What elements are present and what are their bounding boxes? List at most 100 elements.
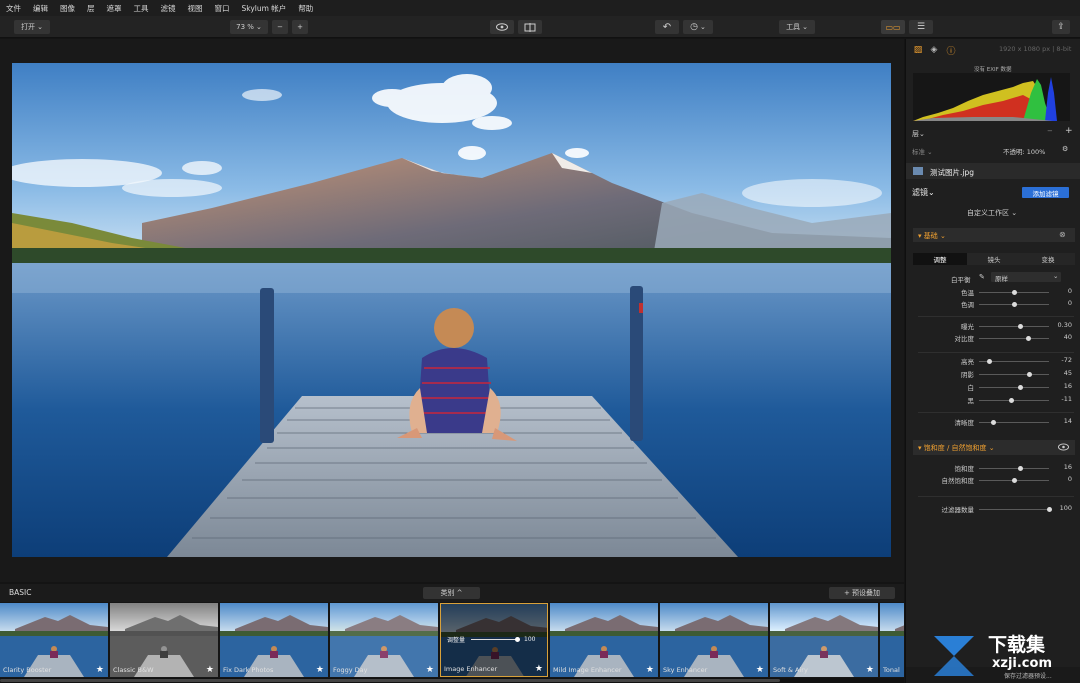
slider-knob[interactable] xyxy=(1017,324,1023,329)
slider-knob[interactable] xyxy=(1017,385,1023,390)
reset-icon[interactable]: ⊗ xyxy=(1059,230,1066,239)
preview-eye-button[interactable] xyxy=(490,20,514,34)
slider-track[interactable] xyxy=(979,359,1049,364)
favorite-star-icon[interactable]: ★ xyxy=(316,665,324,675)
favorite-star-icon[interactable]: ★ xyxy=(866,665,874,675)
layers-icon[interactable]: ◈ xyxy=(928,44,940,56)
zoom-in-button[interactable]: + xyxy=(292,20,308,34)
slider-value[interactable]: 16 xyxy=(1052,463,1072,471)
preset-amount-slider[interactable]: 调整量 100 xyxy=(441,632,547,646)
menu-item[interactable]: 滤镜 xyxy=(161,3,176,14)
menu-item[interactable]: 帮助 xyxy=(298,3,313,14)
menu-item[interactable]: 编辑 xyxy=(33,3,48,14)
favorite-star-icon[interactable]: ★ xyxy=(426,665,434,675)
slider-value[interactable]: 100 xyxy=(1052,504,1072,512)
slider-track[interactable] xyxy=(979,398,1049,403)
preset-thumb[interactable]: Fix Dark Photos ★ xyxy=(220,603,328,677)
layers-label[interactable]: 层⌄ xyxy=(912,129,925,139)
undo-button[interactable]: ↶ xyxy=(655,20,679,34)
history-button[interactable]: ◷ ⌄ xyxy=(683,20,713,34)
slider-knob[interactable] xyxy=(986,359,992,364)
open-button[interactable]: 打开 ⌄ xyxy=(14,20,50,34)
slider-value[interactable]: 40 xyxy=(1052,333,1072,341)
white-balance-select[interactable]: 原样 ⌄ xyxy=(991,272,1061,283)
menu-item[interactable]: Skylum 帐户 xyxy=(242,3,287,14)
favorite-star-icon[interactable]: ★ xyxy=(535,664,543,674)
zoom-select[interactable]: 73 % ⌄ xyxy=(230,20,268,34)
favorite-star-icon[interactable]: ★ xyxy=(96,665,104,675)
eyedropper-icon[interactable]: ✎ xyxy=(979,273,985,281)
favorite-star-icon[interactable]: ★ xyxy=(646,665,654,675)
image-canvas[interactable] xyxy=(0,39,904,582)
slider-track[interactable] xyxy=(979,324,1049,329)
slider-value[interactable]: 0 xyxy=(1052,299,1072,307)
remove-layer-icon[interactable]: − xyxy=(1047,127,1053,135)
slider-value[interactable]: 0 xyxy=(1052,475,1072,483)
slider-track[interactable] xyxy=(979,290,1049,295)
menu-item[interactable]: 视图 xyxy=(188,3,203,14)
info-icon[interactable]: ⓘ xyxy=(945,44,957,57)
menu-item[interactable]: 图像 xyxy=(60,3,75,14)
scroll-thumb[interactable] xyxy=(0,679,780,682)
amount-knob[interactable] xyxy=(515,636,521,642)
slider-value[interactable]: 0 xyxy=(1052,287,1072,295)
favorite-star-icon[interactable]: ★ xyxy=(756,665,764,675)
menu-item[interactable]: 工具 xyxy=(134,3,149,14)
preset-thumb[interactable]: Classic B&W ★ xyxy=(110,603,218,677)
preset-thumb[interactable]: Tonal xyxy=(880,603,904,677)
zoom-out-button[interactable]: − xyxy=(272,20,288,34)
tab-adjust[interactable]: 调整 xyxy=(913,253,967,265)
share-button[interactable]: ⇪ xyxy=(1052,20,1070,34)
compare-button[interactable] xyxy=(518,20,542,34)
preset-thumb[interactable]: Sky Enhancer ★ xyxy=(660,603,768,677)
slider-value[interactable]: 0.30 xyxy=(1052,321,1072,329)
tab-transform[interactable]: 变换 xyxy=(1021,253,1075,265)
preset-thumb[interactable]: Clarity Booster ★ xyxy=(0,603,108,677)
slider-knob[interactable] xyxy=(1008,398,1014,403)
tools-menu-button[interactable]: 工具 ⌄ xyxy=(779,20,815,34)
add-layer-icon[interactable]: + xyxy=(1065,126,1073,136)
slider-track[interactable] xyxy=(979,507,1052,512)
slider-knob[interactable] xyxy=(1012,302,1017,307)
slider-knob[interactable] xyxy=(1026,336,1031,341)
menu-item[interactable]: 窗口 xyxy=(215,3,230,14)
workspace-select[interactable]: 自定义工作区 ⌄ xyxy=(967,208,1017,218)
slider-track[interactable] xyxy=(979,336,1049,341)
slider-knob[interactable] xyxy=(991,420,996,425)
filters-label[interactable]: 滤镜⌄ xyxy=(912,187,935,198)
slider-track[interactable] xyxy=(979,466,1049,471)
basic-section-title[interactable]: ▾ 基础 ⌄ xyxy=(918,231,946,241)
slider-knob[interactable] xyxy=(1012,290,1017,295)
add-filter-button[interactable]: 添加滤镜 xyxy=(1022,187,1069,198)
blend-mode-select[interactable]: 标准 ⌄ xyxy=(912,146,933,156)
slider-value[interactable]: 16 xyxy=(1052,382,1072,390)
menu-item[interactable]: 遮罩 xyxy=(107,3,122,14)
catalog-button[interactable]: ▭▭ xyxy=(881,20,905,34)
edit-panel-button[interactable]: ☰ xyxy=(909,20,933,34)
opacity-select[interactable]: 不透明: 100% xyxy=(1003,146,1045,156)
slider-track[interactable] xyxy=(979,420,1049,425)
category-button[interactable]: 类别 ^ xyxy=(423,587,480,599)
preset-thumb[interactable]: Foggy Day ★ xyxy=(330,603,438,677)
slider-value[interactable]: -72 xyxy=(1052,356,1072,364)
slider-value[interactable]: -11 xyxy=(1052,395,1072,403)
preset-thumb[interactable]: Soft & Airy ★ xyxy=(770,603,878,677)
slider-knob[interactable] xyxy=(1012,478,1017,483)
histogram-icon[interactable]: ▨ xyxy=(912,44,924,56)
slider-track[interactable] xyxy=(979,302,1049,307)
layer-row[interactable]: 测试图片.jpg xyxy=(906,163,1080,179)
preset-thumb[interactable]: Mild Image Enhancer ★ xyxy=(550,603,658,677)
filmstrip-scrollbar[interactable] xyxy=(0,678,904,683)
favorite-star-icon[interactable]: ★ xyxy=(206,665,214,675)
slider-knob[interactable] xyxy=(1027,372,1033,377)
add-preset-button[interactable]: + 预设叠加 xyxy=(829,587,895,599)
menu-item[interactable]: 文件 xyxy=(6,3,21,14)
gear-icon[interactable]: ⚙ xyxy=(1062,145,1068,153)
slider-value[interactable]: 45 xyxy=(1052,369,1072,377)
menu-item[interactable]: 层 xyxy=(87,3,95,14)
amount-track[interactable] xyxy=(471,636,521,642)
slider-track[interactable] xyxy=(979,385,1049,390)
slider-knob[interactable] xyxy=(1017,466,1023,471)
preset-thumb[interactable]: 调整量 100 Image Enhancer ★ xyxy=(440,603,548,677)
saturation-section-title[interactable]: ▾ 饱和度 / 自然饱和度 ⌄ xyxy=(918,443,995,453)
